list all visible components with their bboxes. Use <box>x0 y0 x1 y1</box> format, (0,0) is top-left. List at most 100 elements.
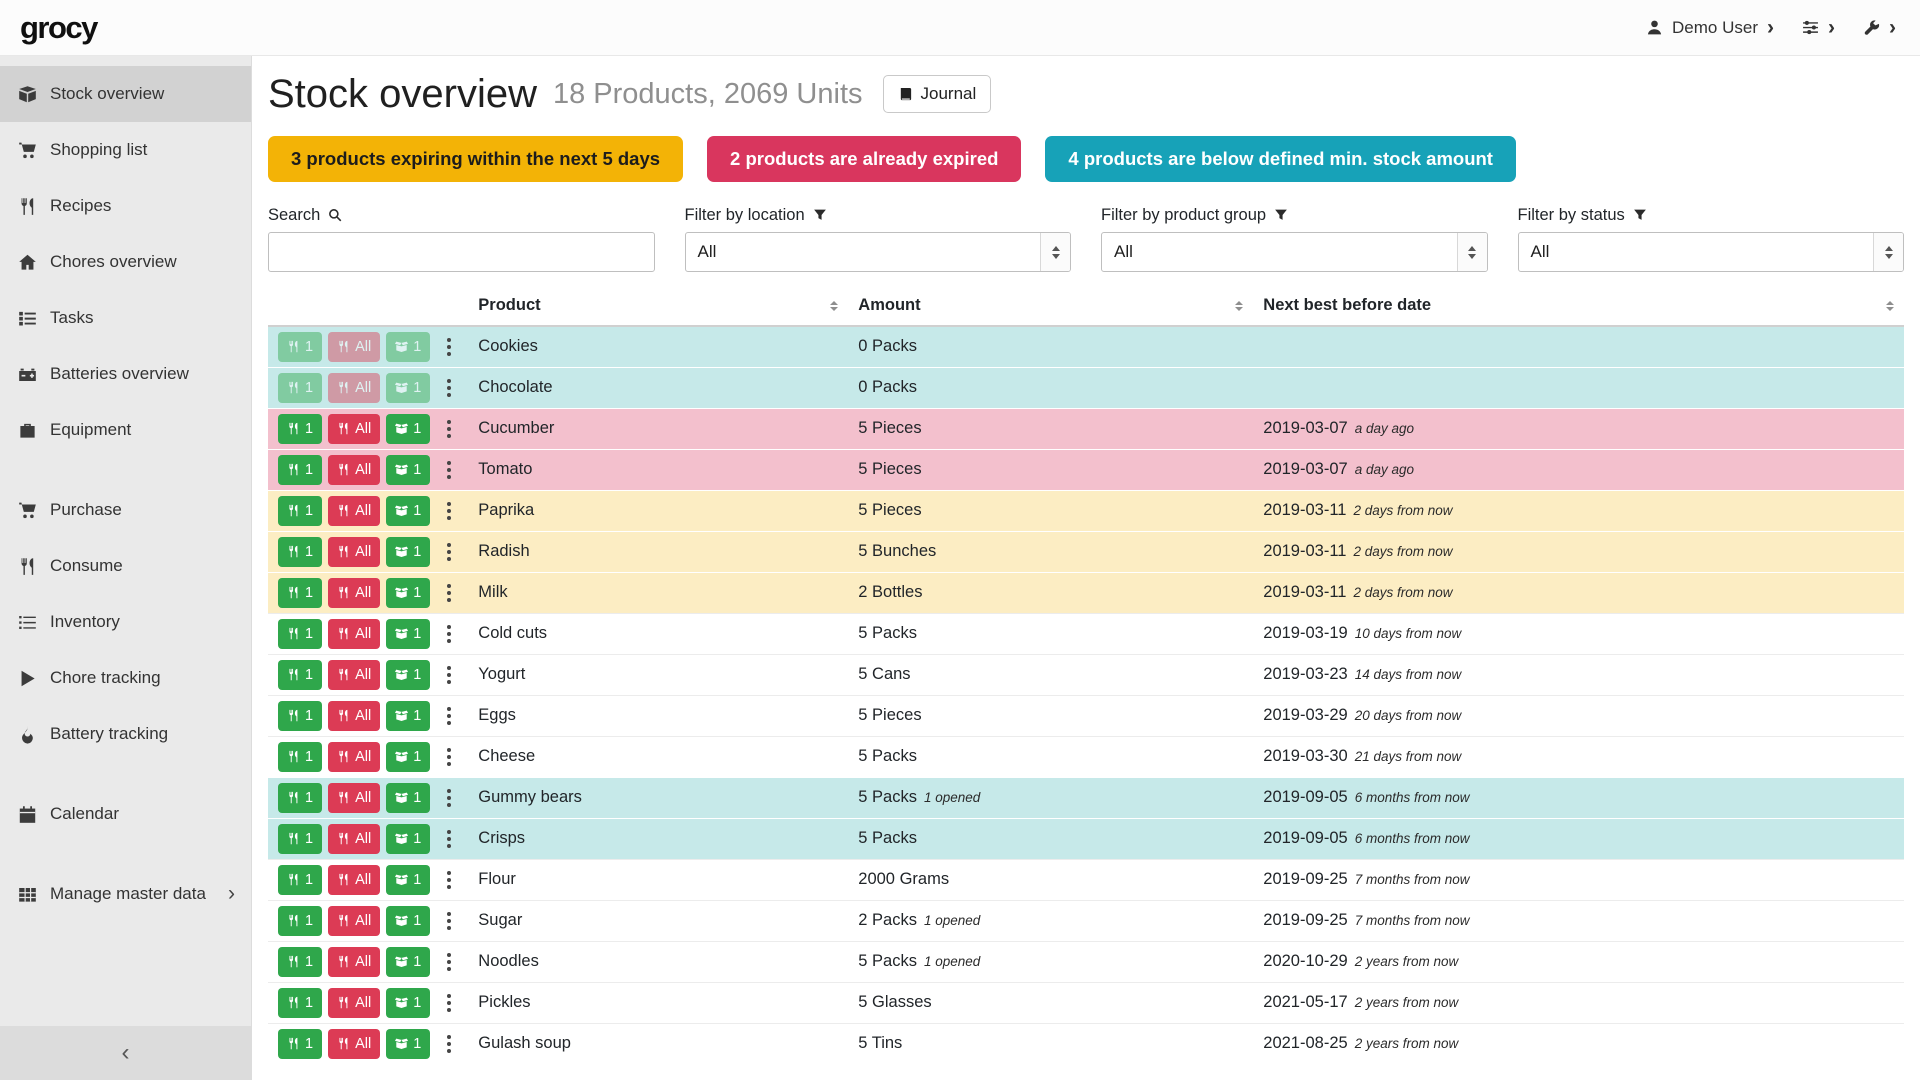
open-one-button[interactable]: 1 <box>386 455 430 485</box>
open-one-button[interactable]: 1 <box>386 578 430 608</box>
open-one-button[interactable]: 1 <box>386 742 430 772</box>
row-menu-button[interactable] <box>440 906 458 936</box>
consume-all-button[interactable]: All <box>328 455 380 485</box>
consume-all-button[interactable]: All <box>328 783 380 813</box>
row-menu-button[interactable] <box>440 414 458 444</box>
sidebar-item-chore-tracking[interactable]: Chore tracking <box>0 650 251 706</box>
best-before-column-header[interactable]: Next best before date <box>1253 288 1904 326</box>
chevron-left-icon: ‹ <box>122 1039 130 1067</box>
consume-all-button[interactable]: All <box>328 496 380 526</box>
open-one-button[interactable]: 1 <box>386 701 430 731</box>
utensils-icon <box>337 709 350 722</box>
consume-one-button[interactable]: 1 <box>278 988 322 1018</box>
open-one-button[interactable]: 1 <box>386 947 430 977</box>
sidebar-item-stock-overview[interactable]: Stock overview <box>0 66 251 122</box>
row-menu-button[interactable] <box>440 988 458 1018</box>
sidebar-item-batteries-overview[interactable]: Batteries overview <box>0 346 251 402</box>
sidebar-item-recipes[interactable]: Recipes <box>0 178 251 234</box>
open-one-button[interactable]: 1 <box>386 824 430 854</box>
sidebar-item-equipment[interactable]: Equipment <box>0 402 251 458</box>
row-menu-button[interactable] <box>440 537 458 567</box>
row-menu-button[interactable] <box>440 455 458 485</box>
consume-one-button[interactable]: 1 <box>278 578 322 608</box>
consume-one-button[interactable]: 1 <box>278 701 322 731</box>
open-one-button[interactable]: 1 <box>386 1029 430 1059</box>
row-menu-button[interactable] <box>440 701 458 731</box>
consume-all-button[interactable]: All <box>328 537 380 567</box>
open-one-button[interactable]: 1 <box>386 906 430 936</box>
row-menu-button[interactable] <box>440 865 458 895</box>
consume-all-button[interactable]: All <box>328 947 380 977</box>
row-menu-button[interactable] <box>440 947 458 977</box>
open-one-button[interactable]: 1 <box>386 783 430 813</box>
row-menu-button[interactable] <box>440 1029 458 1059</box>
open-one-button[interactable]: 1 <box>386 537 430 567</box>
status-pill-below-min-stock[interactable]: 4 products are below defined min. stock … <box>1045 136 1516 182</box>
admin-menu[interactable]: › <box>1863 17 1896 38</box>
consume-one-button[interactable]: 1 <box>278 742 322 772</box>
row-menu-button[interactable] <box>440 783 458 813</box>
open-one-button[interactable]: 1 <box>386 619 430 649</box>
status-pill-expired[interactable]: 2 products are already expired <box>707 136 1021 182</box>
location-filter-select[interactable]: All <box>685 232 1072 272</box>
consume-one-button[interactable]: 1 <box>278 1029 322 1059</box>
user-menu[interactable]: Demo User › <box>1646 17 1774 38</box>
open-one-button[interactable]: 1 <box>386 414 430 444</box>
consume-all-button[interactable]: All <box>328 824 380 854</box>
status-filter-select[interactable]: All <box>1518 232 1905 272</box>
product-group-filter-select[interactable]: All <box>1101 232 1488 272</box>
view-settings-menu[interactable]: › <box>1802 17 1835 38</box>
consume-all-button[interactable]: All <box>328 865 380 895</box>
open-one-button[interactable]: 1 <box>386 988 430 1018</box>
consume-one-button[interactable]: 1 <box>278 619 322 649</box>
consume-one-button[interactable]: 1 <box>278 947 322 977</box>
consume-one-button[interactable]: 1 <box>278 496 322 526</box>
sidebar-item-chores-overview[interactable]: Chores overview <box>0 234 251 290</box>
app-logo[interactable]: grocy <box>20 10 97 46</box>
consume-one-button[interactable]: 1 <box>278 537 322 567</box>
row-menu-button[interactable] <box>440 742 458 772</box>
consume-all-button[interactable]: All <box>328 660 380 690</box>
status-pill-expiring[interactable]: 3 products expiring within the next 5 da… <box>268 136 683 182</box>
consume-one-button[interactable]: 1 <box>278 906 322 936</box>
consume-all-button[interactable]: All <box>328 988 380 1018</box>
row-menu-button[interactable] <box>440 373 458 403</box>
consume-all-button[interactable]: All <box>328 742 380 772</box>
open-one-button[interactable]: 1 <box>386 660 430 690</box>
consume-one-button[interactable]: 1 <box>278 414 322 444</box>
sidebar-collapse-button[interactable]: ‹ <box>0 1026 251 1080</box>
row-menu-button[interactable] <box>440 824 458 854</box>
sidebar-item-consume[interactable]: Consume <box>0 538 251 594</box>
sidebar-item-battery-tracking[interactable]: Battery tracking <box>0 706 251 762</box>
row-menu-button[interactable] <box>440 578 458 608</box>
consume-all-button[interactable]: All <box>328 414 380 444</box>
row-menu-button[interactable] <box>440 332 458 362</box>
amount-column-header[interactable]: Amount <box>848 288 1253 326</box>
consume-all-button[interactable]: All <box>328 578 380 608</box>
sidebar-item-calendar[interactable]: Calendar <box>0 786 251 842</box>
table-row: 1All1Cookies0 Packs <box>268 326 1904 367</box>
journal-button[interactable]: Journal <box>883 75 992 113</box>
product-column-header[interactable]: Product <box>468 288 848 326</box>
open-one-button[interactable]: 1 <box>386 865 430 895</box>
search-input[interactable] <box>268 232 655 272</box>
consume-one-button[interactable]: 1 <box>278 865 322 895</box>
consume-one-button[interactable]: 1 <box>278 660 322 690</box>
open-one-button[interactable]: 1 <box>386 496 430 526</box>
sidebar-item-inventory[interactable]: Inventory <box>0 594 251 650</box>
row-menu-button[interactable] <box>440 496 458 526</box>
consume-all-button[interactable]: All <box>328 619 380 649</box>
row-menu-button[interactable] <box>440 660 458 690</box>
amount-cell: 5 Packs <box>848 736 1253 777</box>
consume-one-button[interactable]: 1 <box>278 783 322 813</box>
consume-all-button[interactable]: All <box>328 701 380 731</box>
consume-all-button[interactable]: All <box>328 906 380 936</box>
sidebar-item-manage-master-data[interactable]: Manage master data› <box>0 866 251 922</box>
consume-one-button[interactable]: 1 <box>278 824 322 854</box>
sidebar-item-purchase[interactable]: Purchase <box>0 482 251 538</box>
consume-one-button[interactable]: 1 <box>278 455 322 485</box>
sidebar-item-shopping-list[interactable]: Shopping list <box>0 122 251 178</box>
consume-all-button[interactable]: All <box>328 1029 380 1059</box>
row-menu-button[interactable] <box>440 619 458 649</box>
sidebar-item-tasks[interactable]: Tasks <box>0 290 251 346</box>
